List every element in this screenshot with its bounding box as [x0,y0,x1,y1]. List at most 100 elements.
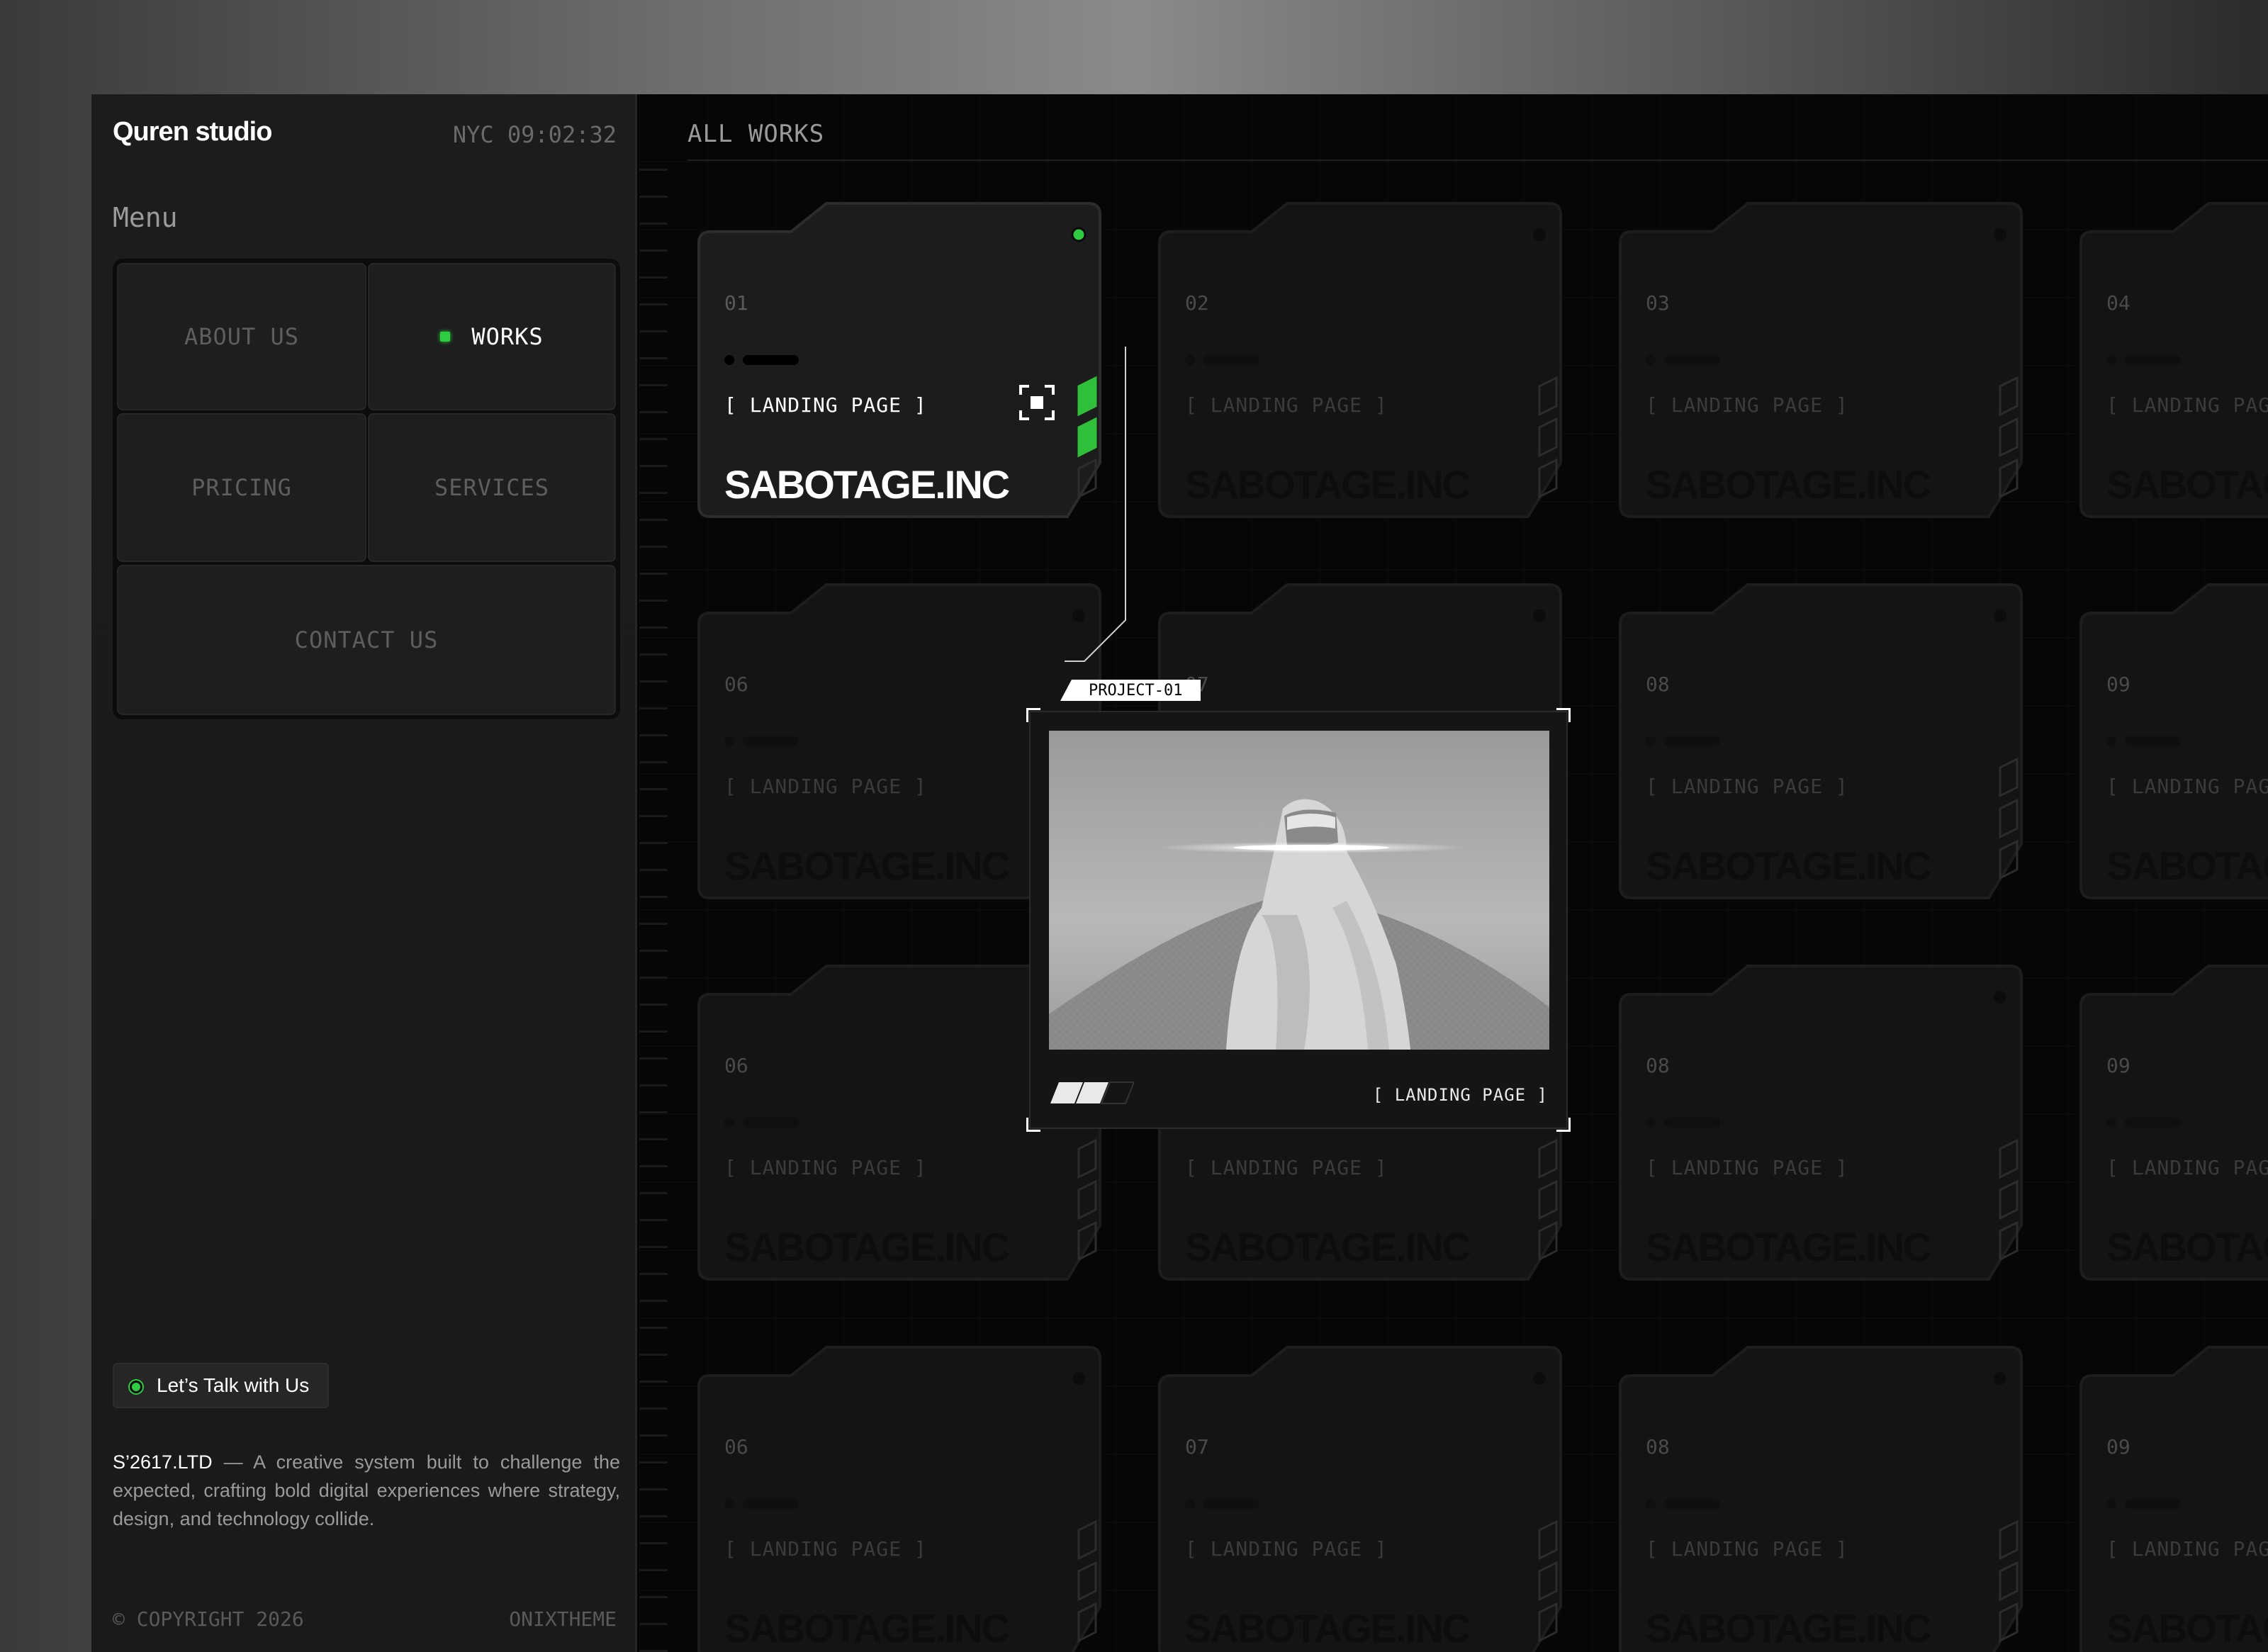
card-title: SABOTAGE.INC [1185,462,1471,507]
work-card[interactable]: 09 [ LANDING PAGE ] SABOTAGE.INC [2067,963,2268,1303]
card-number: 01 [724,291,748,315]
menu-title: Menu [113,202,178,233]
clock: NYC 09:02:32 [452,121,617,148]
card-title: SABOTAGE.INC [724,1606,1010,1651]
theme-credit[interactable]: ONIXTHEME [509,1607,617,1631]
card-category: [ LANDING PAGE ] [724,1537,927,1561]
card-title: SABOTAGE.INC [2106,843,2268,888]
card-category: [ LANDING PAGE ] [2106,1537,2268,1561]
company-name: S’2617.LTD [113,1451,213,1473]
card-number: 08 [1646,1054,1670,1077]
expand-icon[interactable] [1019,385,1055,420]
card-indicator [1185,355,1259,365]
card-category: [ LANDING PAGE ] [724,393,927,417]
frame-corner-icon [1556,1118,1571,1132]
slide-indicator-icon [1050,1081,1134,1104]
card-number: 04 [2106,291,2131,315]
work-card[interactable]: 06 [ LANDING PAGE ] SABOTAGE.INC [685,1344,1103,1652]
menu-grid: ABOUT US WORKS PRICING SERVICES CONTACT … [113,259,620,719]
card-title: SABOTAGE.INC [2106,1225,2268,1269]
card-category: [ LANDING PAGE ] [724,775,927,798]
work-card[interactable]: 01 [ LANDING PAGE ] SABOTAGE.INC [685,201,1103,541]
active-indicator-icon [440,332,451,342]
menu-item-services[interactable]: SERVICES [368,413,616,562]
page-title: ALL WORKS [687,120,825,148]
menu-item-label: SERVICES [434,474,550,501]
card-indicator [2106,1499,2181,1509]
project-tag: PROJECT-01 [1060,680,1201,701]
card-title: SABOTAGE.INC [1185,1606,1471,1651]
menu-item-works[interactable]: WORKS [368,263,616,410]
work-card[interactable]: 04 [ LANDING PAGE ] SABOTAGE.INC [2067,201,2268,541]
work-card[interactable]: 08 [ LANDING PAGE ] SABOTAGE.INC [1606,582,2024,922]
menu-item-contact[interactable]: CONTACT US [117,565,616,715]
app-window: Quren studio NYC 09:02:32 Menu ABOUT US … [91,94,2268,1652]
brand-logo[interactable]: Quren studio [113,117,272,147]
menu-item-label: PRICING [191,474,292,501]
card-title: SABOTAGE.INC [724,1225,1010,1269]
card-indicator [1646,1118,1720,1128]
divider [687,159,2268,161]
status-dot-icon [130,1381,142,1393]
card-number: 09 [2106,1054,2131,1077]
project-image[interactable] [1049,731,1549,1050]
project-category: [ LANDING PAGE ] [1372,1085,1548,1105]
card-title: SABOTAGE.INC [724,462,1010,507]
work-card[interactable]: 08 [ LANDING PAGE ] SABOTAGE.INC [1606,1344,2024,1652]
frame-corner-icon [1026,1118,1040,1132]
card-indicator [724,355,799,365]
work-card[interactable]: 02 [ LANDING PAGE ] SABOTAGE.INC [1145,201,1564,541]
card-indicator [1646,736,1720,746]
works-panel: ALL WORKS 01 [ LANDING PAGE ] SABOTAGE.I… [639,94,2268,1652]
card-indicator [2106,736,2181,746]
card-title: SABOTAGE.INC [1646,1225,1931,1269]
card-indicator [1646,1499,1720,1509]
card-title: SABOTAGE.INC [1646,462,1931,507]
card-number: 06 [724,1435,748,1459]
card-number: 08 [1646,1435,1670,1459]
frame-corner-icon [1026,708,1040,722]
card-number: 06 [724,673,748,696]
card-title: SABOTAGE.INC [1185,1225,1471,1269]
project-preview[interactable]: PROJECT-01 [LANDING PAGE] [1026,680,1571,1132]
work-card[interactable]: 09 [ LANDING PAGE ] SABOTAGE.INC [2067,582,2268,922]
card-title: SABOTAGE.INC [724,843,1010,888]
ruler [639,151,668,1652]
card-indicator [1646,355,1720,365]
card-title: SABOTAGE.INC [1646,1606,1931,1651]
card-indicator [724,736,799,746]
lets-talk-button[interactable]: Let’s Talk with Us [113,1363,330,1408]
card-category: [ LANDING PAGE ] [1646,1537,1848,1561]
menu-item-label: CONTACT US [294,626,439,653]
card-category: [ LANDING PAGE ] [1646,775,1848,798]
sidebar: Quren studio NYC 09:02:32 Menu ABOUT US … [91,94,637,1652]
card-category: [ LANDING PAGE ] [1646,1156,1848,1179]
card-title: SABOTAGE.INC [2106,462,2268,507]
card-category: [ LANDING PAGE ] [2106,1156,2268,1179]
card-category: [ LANDING PAGE ] [1185,1156,1388,1179]
card-number: 07 [1185,1435,1209,1459]
copyright: © COPYRIGHT 2026 [113,1607,304,1631]
card-category: [ LANDING PAGE ] [724,1156,927,1179]
card-number: 09 [2106,673,2131,696]
card-number: 09 [2106,1435,2131,1459]
card-category: [ LANDING PAGE ] [1646,393,1848,417]
card-title: SABOTAGE.INC [1646,843,1931,888]
menu-item-label: WORKS [471,323,544,350]
card-number: 02 [1185,291,1209,315]
card-indicator [2106,355,2181,365]
work-card[interactable]: 08 [ LANDING PAGE ] SABOTAGE.INC [1606,963,2024,1303]
card-category: [ LANDING PAGE ] [2106,775,2268,798]
card-category: [ LANDING PAGE ] [1185,1537,1388,1561]
card-number: 06 [724,1054,748,1077]
card-indicator [1185,1499,1259,1509]
work-card[interactable]: 07 [ LANDING PAGE ] SABOTAGE.INC [1145,1344,1564,1652]
work-card[interactable]: 09 [ LANDING PAGE ] SABOTAGE.INC [2067,1344,2268,1652]
card-number: 03 [1646,291,1670,315]
menu-item-label: ABOUT US [184,323,300,350]
menu-item-about[interactable]: ABOUT US [117,263,366,410]
menu-item-pricing[interactable]: PRICING [117,413,366,562]
work-card[interactable]: 03 [ LANDING PAGE ] SABOTAGE.INC [1606,201,2024,541]
card-indicator [724,1499,799,1509]
card-category: [ LANDING PAGE ] [1185,393,1388,417]
